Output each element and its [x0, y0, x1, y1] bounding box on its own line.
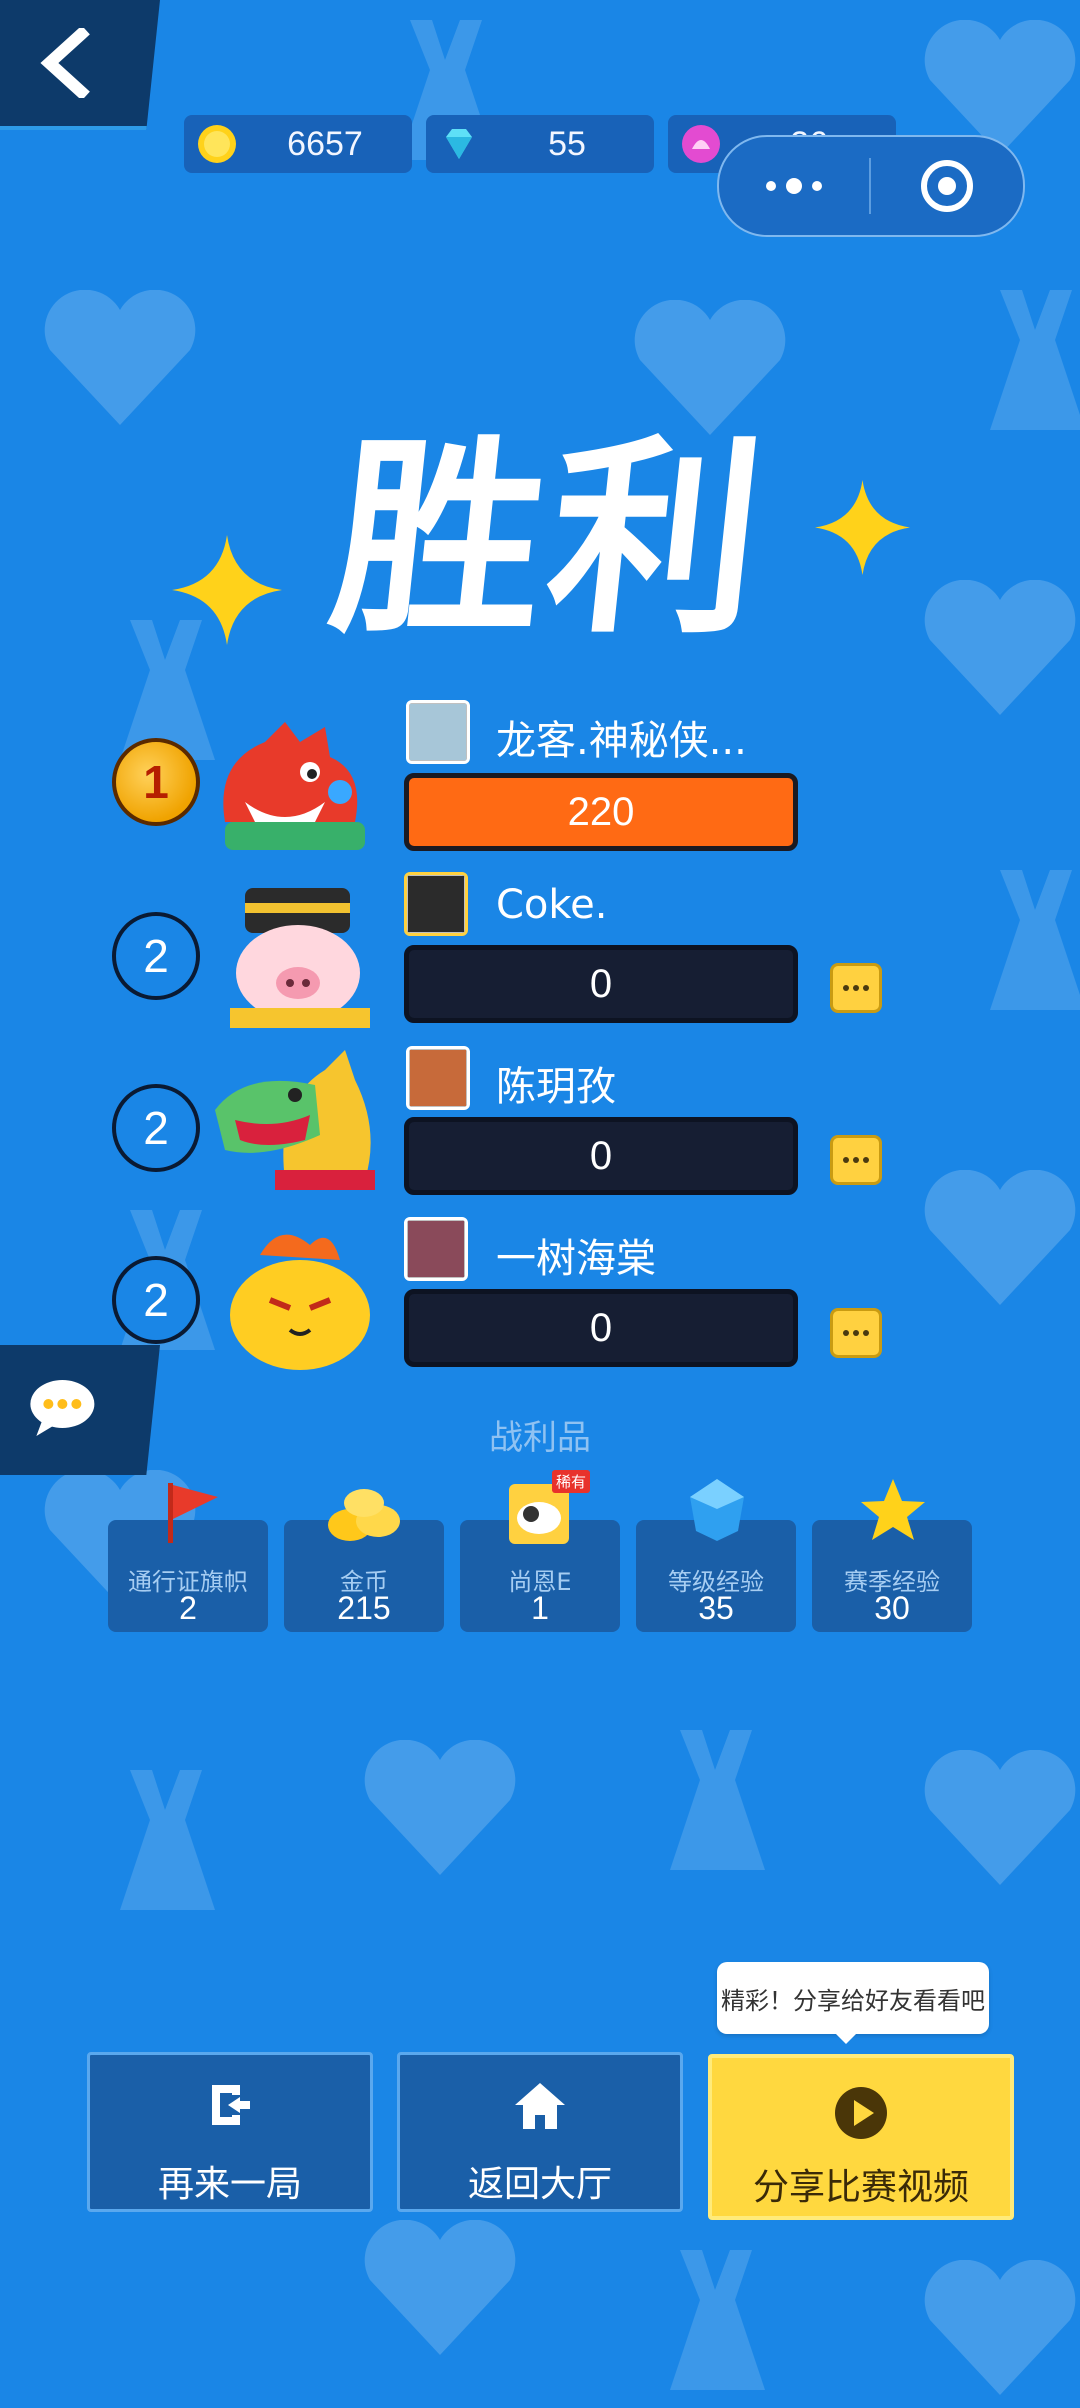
reward-value: 2	[179, 1590, 197, 1626]
dot-icon	[863, 985, 869, 991]
diamond-balance: 55	[426, 115, 654, 173]
player-name: 龙客.神秘侠...	[496, 718, 747, 764]
player-name: 陈玥孜	[496, 1064, 616, 1110]
star-icon	[861, 1479, 925, 1540]
bunny-pattern-icon	[670, 1730, 765, 1870]
player-more-button[interactable]	[830, 1135, 882, 1185]
score-bar: 0	[404, 1289, 798, 1367]
player-avatar[interactable]	[406, 700, 470, 764]
chevron-left-icon	[40, 28, 90, 98]
replay-button[interactable]: 再来一局	[87, 2052, 373, 2212]
rank-badge: 2	[112, 1084, 200, 1172]
capsule-menu	[717, 135, 1025, 237]
player-more-button[interactable]	[830, 1308, 882, 1358]
dot-icon	[863, 1157, 869, 1163]
dot-icon	[853, 985, 859, 991]
heart-pattern-icon	[364, 2220, 516, 2355]
score-bar: 0	[404, 1117, 798, 1195]
yellow-chick-character	[230, 1234, 370, 1370]
blue-gem-icon	[690, 1479, 744, 1541]
home-icon	[515, 2083, 565, 2129]
dot-icon	[863, 1330, 869, 1336]
coin-pile-icon	[328, 1489, 400, 1541]
share-label: 分享比赛视频	[752, 2167, 969, 2208]
rank-badge: 2	[112, 912, 200, 1000]
sparkle-icon	[172, 535, 282, 645]
player-avatar[interactable]	[404, 872, 468, 936]
sparkle-icon	[815, 480, 910, 575]
share-video-button[interactable]: 分享比赛视频	[708, 2054, 1014, 2220]
player-avatar[interactable]	[404, 1217, 468, 1281]
spoils-title: 战利品	[489, 1418, 591, 1458]
player-name: 一树海棠	[496, 1236, 656, 1282]
coin-balance: 6657	[184, 115, 412, 173]
diamond-count: 55	[548, 124, 586, 163]
target-icon	[921, 160, 973, 212]
dot-icon	[843, 985, 849, 991]
bunny-pattern-icon	[990, 870, 1080, 1010]
green-dino-character	[215, 1050, 375, 1190]
heart-pattern-icon	[44, 290, 196, 425]
dot-icon	[786, 178, 802, 194]
player-more-button[interactable]	[830, 963, 882, 1013]
player-avatar[interactable]	[406, 1046, 470, 1110]
tooltip-tail	[832, 2030, 860, 2044]
lobby-label: 返回大厅	[467, 2164, 612, 2205]
player-name: Coke.	[496, 882, 608, 928]
bunny-pattern-icon	[990, 290, 1080, 430]
replay-icon	[212, 2085, 250, 2125]
more-options-button[interactable]	[719, 178, 869, 194]
rank-badge: 2	[112, 1256, 200, 1344]
victory-title: 胜利	[321, 417, 779, 662]
coin-icon	[198, 125, 236, 163]
return-lobby-button[interactable]: 返回大厅	[397, 2052, 683, 2212]
flag-icon	[168, 1483, 218, 1543]
dot-icon	[853, 1330, 859, 1336]
lotus-coin-icon	[682, 125, 720, 163]
heart-pattern-icon	[924, 1170, 1076, 1305]
reward-value: 35	[698, 1590, 734, 1626]
coin-count: 6657	[287, 124, 363, 163]
close-miniprogram-button[interactable]	[871, 158, 1023, 214]
bunny-pattern-icon	[670, 2250, 765, 2390]
heart-pattern-icon	[924, 580, 1076, 715]
heart-pattern-icon	[924, 1750, 1076, 1885]
reward-value: 30	[874, 1590, 910, 1626]
rank-badge: 1	[112, 738, 200, 826]
pig-emperor-character	[230, 888, 370, 1028]
rare-tag: 稀有	[552, 1470, 591, 1493]
score-bar: 0	[404, 945, 798, 1023]
play-icon	[835, 2087, 887, 2139]
dot-icon	[843, 1330, 849, 1336]
background-pattern	[0, 0, 1080, 2408]
dot-icon	[812, 181, 822, 191]
dot-icon	[843, 1157, 849, 1163]
heart-pattern-icon	[364, 1740, 516, 1875]
replay-label: 再来一局	[157, 2164, 302, 2205]
reward-value: 215	[337, 1590, 391, 1626]
dot-icon	[853, 1157, 859, 1163]
share-tooltip: 精彩！分享给好友看看吧	[717, 1962, 989, 2034]
back-button[interactable]	[0, 0, 160, 130]
diamond-icon	[446, 129, 472, 159]
score-bar: 220	[404, 773, 798, 851]
red-dino-character	[223, 722, 365, 850]
heart-pattern-icon	[924, 2260, 1076, 2395]
bunny-pattern-icon	[120, 1770, 215, 1910]
dot-icon	[766, 181, 776, 191]
reward-value: 1	[531, 1590, 549, 1626]
